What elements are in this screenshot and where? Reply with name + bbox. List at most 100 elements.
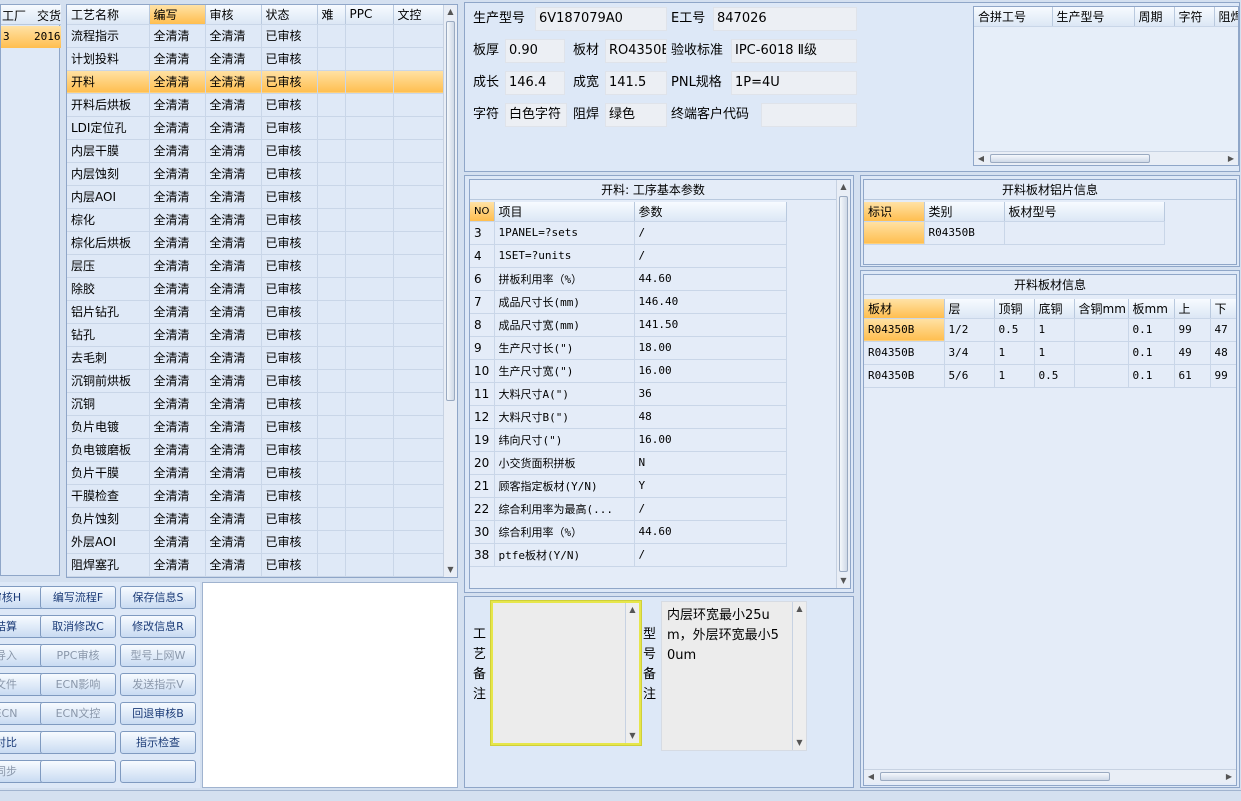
table-row[interactable]: 10 生产尺寸宽(") 16.00 — [470, 359, 787, 383]
action-button[interactable]: 修改信息R — [120, 615, 196, 638]
action-button[interactable]: 审核H — [0, 586, 44, 609]
hscroll-thumb[interactable] — [990, 154, 1150, 163]
column-header[interactable]: 层 — [944, 299, 995, 319]
mask-field[interactable]: 绿色 — [605, 103, 667, 127]
alu-row[interactable]: R04350B — [864, 221, 1165, 245]
table-row[interactable]: 3 1PANEL=?sets / — [470, 221, 787, 245]
action-button[interactable]: 发送指示V — [120, 673, 196, 696]
table-row[interactable]: 沉铜 全清清 全清清 已审核 — [67, 392, 446, 416]
scroll-down-icon[interactable]: ▼ — [626, 729, 639, 743]
table-row[interactable]: R04350B 5/6 1 0.5 0.1 61 99 — [864, 364, 1236, 388]
column-header[interactable]: PPC — [345, 5, 394, 25]
material-hscroll[interactable]: ◀ ▶ — [864, 769, 1236, 783]
column-header[interactable]: 状态 — [261, 5, 318, 25]
action-button[interactable] — [40, 760, 116, 783]
scroll-down-icon[interactable]: ▼ — [837, 574, 850, 588]
column-header[interactable]: 难 — [317, 5, 346, 25]
scroll-down-icon[interactable]: ▼ — [793, 736, 806, 750]
table-row[interactable]: 负片电镀 全清清 全清清 已审核 — [67, 415, 446, 439]
column-header[interactable]: 周期 — [1134, 7, 1175, 27]
action-button[interactable]: 对比 — [0, 731, 44, 754]
column-header[interactable]: 阻焊 — [1214, 7, 1238, 27]
column-header[interactable]: 编写 — [149, 5, 206, 25]
column-factory[interactable]: 工厂 — [2, 7, 26, 24]
combine-grid-hscroll[interactable]: ◀ ▶ — [974, 151, 1238, 165]
column-header[interactable]: 生产型号 — [1052, 7, 1135, 27]
action-button[interactable] — [120, 760, 196, 783]
process-remark-scrollbar[interactable]: ▲ ▼ — [625, 603, 639, 743]
table-row[interactable]: 21 顾客指定板材(Y/N) Y — [470, 474, 787, 498]
action-button[interactable]: 结算 — [0, 615, 44, 638]
table-row[interactable]: 内层蚀刻 全清清 全清清 已审核 — [67, 162, 446, 186]
table-row[interactable]: R04350B 1/2 0.5 1 0.1 99 47 — [864, 318, 1236, 342]
column-header[interactable]: 参数 — [634, 202, 787, 222]
table-row[interactable]: 铝片钻孔 全清清 全清清 已审核 — [67, 300, 446, 324]
table-row[interactable]: LDI定位孔 全清清 全清清 已审核 — [67, 116, 446, 140]
material-field[interactable]: RO4350B — [605, 39, 667, 63]
action-button[interactable]: ECN影响 — [40, 673, 116, 696]
column-header[interactable]: 文控 — [393, 5, 446, 25]
table-row[interactable]: 棕化 全清清 全清清 已审核 — [67, 208, 446, 232]
pnl-field[interactable]: 1P=4U — [731, 71, 857, 95]
action-button[interactable]: 导入 — [0, 644, 44, 667]
scroll-up-icon[interactable]: ▲ — [444, 5, 457, 19]
table-row[interactable]: 外层AOI 全清清 全清清 已审核 — [67, 530, 446, 554]
table-row[interactable]: 流程指示 全清清 全清清 已审核 — [67, 24, 446, 48]
action-button[interactable]: PPC审核 — [40, 644, 116, 667]
scroll-up-icon[interactable]: ▲ — [793, 602, 806, 616]
table-row[interactable]: 19 纬向尺寸(") 16.00 — [470, 428, 787, 452]
scroll-left-icon[interactable]: ◀ — [864, 770, 878, 783]
scroll-right-icon[interactable]: ▶ — [1224, 152, 1238, 165]
action-button[interactable]: 型号上网W — [120, 644, 196, 667]
action-button[interactable]: 取消修改C — [40, 615, 116, 638]
column-header[interactable]: 板mm — [1128, 299, 1175, 319]
column-header[interactable]: 工艺名称 — [67, 5, 150, 25]
table-row[interactable]: 30 综合利用率（%） 44.60 — [470, 520, 787, 544]
action-button[interactable]: 编写流程F — [40, 586, 116, 609]
action-button[interactable]: 同步 — [0, 760, 44, 783]
table-row[interactable]: 负片蚀刻 全清清 全清清 已审核 — [67, 507, 446, 531]
char-field[interactable]: 白色字符 — [505, 103, 567, 127]
table-row[interactable]: 内层干膜 全清清 全清清 已审核 — [67, 139, 446, 163]
column-header[interactable]: NO — [470, 202, 495, 222]
standard-field[interactable]: IPC-6018 Ⅱ级 — [731, 39, 857, 63]
column-header[interactable]: 下 — [1210, 299, 1236, 319]
scroll-right-icon[interactable]: ▶ — [1222, 770, 1236, 783]
eno-field[interactable]: 847026 — [713, 7, 857, 31]
width-field[interactable]: 141.5 — [605, 71, 667, 95]
table-row[interactable]: 4 1SET=?units / — [470, 244, 787, 268]
table-row[interactable]: 阻焊塞孔 全清清 全清清 已审核 — [67, 553, 446, 577]
table-row[interactable]: 棕化后烘板 全清清 全清清 已审核 — [67, 231, 446, 255]
table-row[interactable]: 负电镀磨板 全清清 全清清 已审核 — [67, 438, 446, 462]
length-field[interactable]: 146.4 — [505, 71, 565, 95]
scroll-up-icon[interactable]: ▲ — [626, 603, 639, 617]
table-row[interactable]: 开料后烘板 全清清 全清清 已审核 — [67, 93, 446, 117]
table-row[interactable]: 8 成品尺寸宽(mm) 141.50 — [470, 313, 787, 337]
column-header[interactable]: 底铜 — [1034, 299, 1075, 319]
table-row[interactable]: 开料 全清清 全清清 已审核 — [67, 70, 446, 94]
table-row[interactable]: 7 成品尺寸长(mm) 146.40 — [470, 290, 787, 314]
column-header[interactable]: 项目 — [494, 202, 635, 222]
table-row[interactable]: 计划投料 全清清 全清清 已审核 — [67, 47, 446, 71]
column-header[interactable]: 审核 — [205, 5, 262, 25]
table-row[interactable]: 层压 全清清 全清清 已审核 — [67, 254, 446, 278]
column-header[interactable]: 上 — [1174, 299, 1211, 319]
scroll-left-icon[interactable]: ◀ — [974, 152, 988, 165]
column-header[interactable]: 标识 — [864, 202, 925, 222]
column-header[interactable]: 板材型号 — [1004, 202, 1165, 222]
table-row[interactable]: 干膜检查 全清清 全清清 已审核 — [67, 484, 446, 508]
process-remark-textarea[interactable]: ▲ ▼ — [491, 601, 641, 745]
table-row[interactable]: 去毛刺 全清清 全清清 已审核 — [67, 346, 446, 370]
table-row[interactable]: 9 生产尺寸长(") 18.00 — [470, 336, 787, 360]
customer-field[interactable] — [761, 103, 857, 127]
scroll-up-icon[interactable]: ▲ — [837, 180, 850, 194]
column-header[interactable]: 类别 — [924, 202, 1005, 222]
table-row[interactable]: 38 ptfe板材(Y/N) / — [470, 543, 787, 567]
column-header[interactable]: 顶铜 — [994, 299, 1035, 319]
table-row[interactable]: 负片干膜 全清清 全清清 已审核 — [67, 461, 446, 485]
column-header[interactable]: 合拼工号 — [974, 7, 1053, 27]
process-grid-scrollbar[interactable]: ▲ ▼ — [443, 5, 457, 577]
table-row[interactable]: 6 拼板利用率（%） 44.60 — [470, 267, 787, 291]
scroll-down-icon[interactable]: ▼ — [444, 563, 457, 577]
table-row[interactable]: 20 小交货面积拼板 N — [470, 451, 787, 475]
